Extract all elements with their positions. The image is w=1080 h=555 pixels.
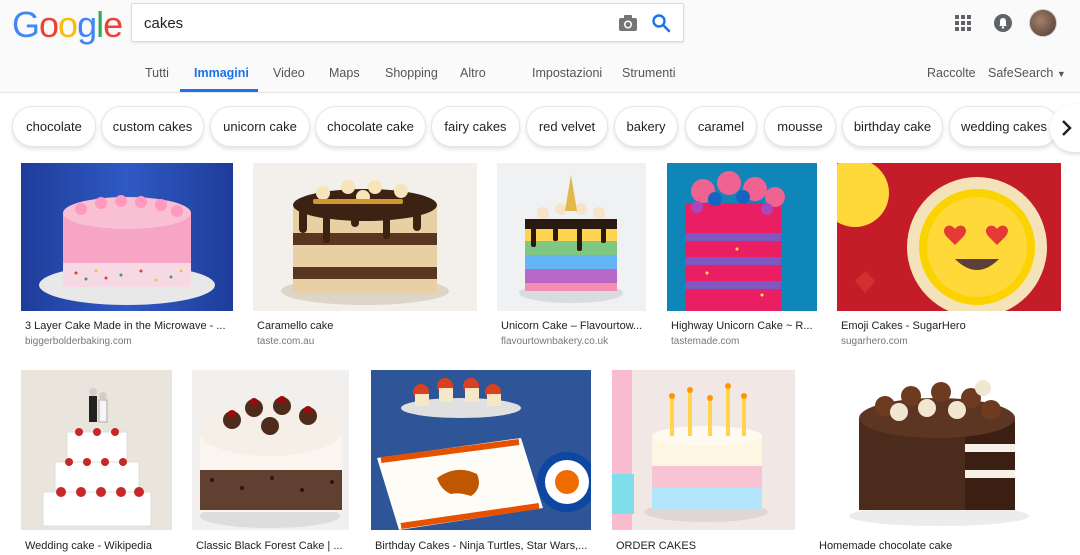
collections-link[interactable]: Raccolte: [927, 66, 976, 80]
result-title[interactable]: Classic Black Forest Cake | ...: [196, 540, 346, 552]
result-title[interactable]: Highway Unicorn Cake ~ R...: [671, 320, 815, 332]
chip-unicorn-cake[interactable]: unicorn cake: [210, 106, 310, 147]
account-avatar[interactable]: [1029, 9, 1057, 37]
image-result[interactable]: Unicorn Cake – Flavourtow... flavourtown…: [497, 163, 646, 353]
image-result[interactable]: Birthday Cakes - Ninja Turtles, Star War…: [371, 370, 591, 555]
result-title[interactable]: Homemade chocolate cake: [819, 540, 1059, 552]
result-thumbnail[interactable]: [815, 370, 1060, 530]
related-searches-bar: chocolate custom cakes unicorn cake choc…: [0, 93, 1080, 161]
result-title[interactable]: 3 Layer Cake Made in the Microwave - ...: [25, 320, 230, 332]
chip-wedding-cakes[interactable]: wedding cakes: [949, 106, 1059, 147]
image-result[interactable]: Classic Black Forest Cake | ...: [192, 370, 349, 555]
result-source[interactable]: taste.com.au: [257, 336, 314, 347]
result-source[interactable]: biggerbolderbaking.com: [25, 336, 132, 347]
tab-video[interactable]: Video: [273, 66, 305, 80]
result-thumbnail[interactable]: [21, 163, 233, 311]
result-thumbnail[interactable]: [612, 370, 795, 530]
header: Google Tutti Immagini Video Maps Shoppin…: [0, 0, 1080, 93]
image-result[interactable]: Homemade chocolate cake: [815, 370, 1060, 555]
chip-mousse[interactable]: mousse: [764, 106, 836, 147]
logo-letter: o: [58, 4, 78, 45]
safesearch-label: SafeSearch: [988, 66, 1054, 80]
tab-maps[interactable]: Maps: [329, 66, 360, 80]
result-thumbnail[interactable]: [192, 370, 349, 530]
chip-bakery[interactable]: bakery: [614, 106, 678, 147]
result-thumbnail[interactable]: [837, 163, 1061, 311]
tools-link[interactable]: Strumenti: [622, 66, 676, 80]
image-result[interactable]: Highway Unicorn Cake ~ R... tastemade.co…: [667, 163, 817, 353]
result-title[interactable]: Wedding cake - Wikipedia: [25, 540, 172, 552]
search-icon[interactable]: [651, 13, 671, 33]
image-result[interactable]: Caramello cake taste.com.au: [253, 163, 477, 353]
notifications-icon[interactable]: [994, 14, 1012, 32]
result-title[interactable]: Caramello cake: [257, 320, 472, 332]
result-source[interactable]: flavourtownbakery.co.uk: [501, 336, 608, 347]
result-thumbnail[interactable]: [497, 163, 646, 311]
result-thumbnail[interactable]: [21, 370, 172, 530]
safesearch-menu[interactable]: SafeSearch ▼: [988, 66, 1066, 80]
chip-birthday-cake[interactable]: birthday cake: [842, 106, 943, 147]
search-box: [131, 3, 684, 42]
search-nav: Tutti Immagini Video Maps Shopping Altro…: [0, 60, 1080, 93]
tab-more[interactable]: Altro: [460, 66, 486, 80]
logo-letter: g: [77, 4, 97, 45]
settings-link[interactable]: Impostazioni: [532, 66, 602, 80]
google-logo[interactable]: Google: [12, 4, 123, 46]
result-title[interactable]: Birthday Cakes - Ninja Turtles, Star War…: [375, 540, 590, 552]
caret-down-icon: ▼: [1056, 69, 1066, 79]
result-title[interactable]: Emoji Cakes - SugarHero: [841, 320, 1056, 332]
result-thumbnail[interactable]: [253, 163, 477, 311]
chip-caramel[interactable]: caramel: [685, 106, 757, 147]
result-source[interactable]: sugarhero.com: [841, 336, 908, 347]
image-result[interactable]: Wedding cake - Wikipedia: [21, 370, 172, 555]
result-title[interactable]: Unicorn Cake – Flavourtow...: [501, 320, 643, 332]
result-thumbnail[interactable]: [667, 163, 817, 311]
image-result[interactable]: 3 Layer Cake Made in the Microwave - ...…: [21, 163, 233, 353]
image-result[interactable]: ORDER CAKES: [612, 370, 795, 555]
chip-fairy-cakes[interactable]: fairy cakes: [431, 106, 520, 147]
search-input[interactable]: [144, 12, 604, 34]
tab-all[interactable]: Tutti: [145, 66, 169, 80]
result-thumbnail[interactable]: [371, 370, 591, 530]
chip-chocolate[interactable]: chocolate: [12, 106, 96, 147]
chevron-right-icon: [1062, 120, 1072, 136]
apps-grid-icon[interactable]: [955, 15, 971, 31]
result-source[interactable]: tastemade.com: [671, 336, 739, 347]
chip-custom-cakes[interactable]: custom cakes: [101, 106, 204, 147]
active-tab-underline: [180, 89, 258, 92]
result-title[interactable]: ORDER CAKES: [616, 540, 794, 552]
tab-shopping[interactable]: Shopping: [385, 66, 438, 80]
chip-chocolate-cake[interactable]: chocolate cake: [315, 106, 426, 147]
logo-letter: G: [12, 4, 40, 45]
logo-letter: o: [39, 4, 59, 45]
logo-letter: e: [103, 4, 123, 45]
camera-icon[interactable]: [618, 14, 638, 32]
image-result[interactable]: Emoji Cakes - SugarHero sugarhero.com: [837, 163, 1061, 353]
logo-letter: l: [96, 4, 104, 45]
tab-images[interactable]: Immagini: [194, 66, 249, 80]
chip-red-velvet[interactable]: red velvet: [526, 106, 608, 147]
